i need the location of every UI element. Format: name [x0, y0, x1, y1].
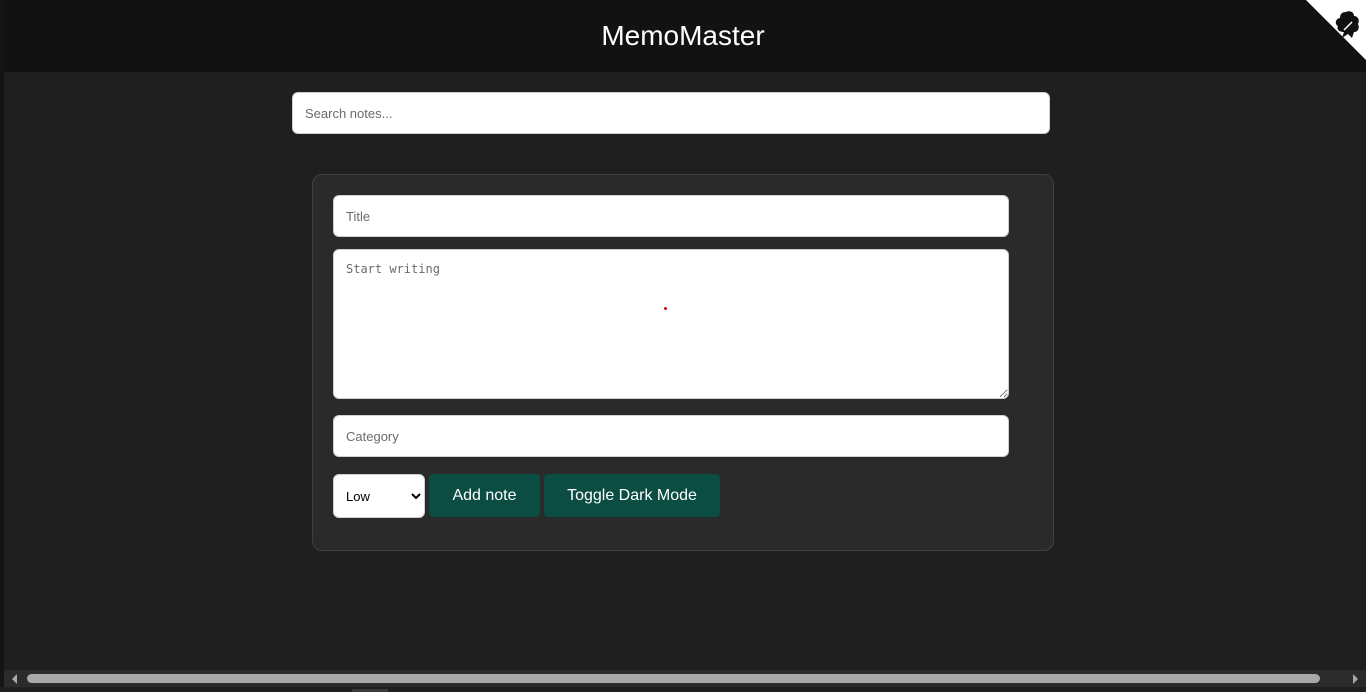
content-textarea[interactable] [333, 249, 1009, 399]
scroll-left-icon[interactable] [12, 674, 17, 684]
app-header: MemoMaster [4, 0, 1366, 72]
search-input[interactable] [292, 92, 1050, 134]
cursor-dot [664, 307, 667, 310]
left-edge [0, 0, 4, 692]
note-form-card: Low Add note Toggle Dark Mode [312, 174, 1054, 551]
add-note-button[interactable]: Add note [429, 474, 540, 517]
toggle-dark-mode-button[interactable]: Toggle Dark Mode [544, 474, 720, 517]
title-input[interactable] [333, 195, 1009, 237]
horizontal-scrollbar[interactable] [4, 670, 1366, 687]
category-input[interactable] [333, 415, 1009, 457]
fork-corner-icon[interactable] [1332, 8, 1362, 44]
priority-select[interactable]: Low [333, 474, 425, 518]
scrollbar-thumb[interactable] [27, 674, 1320, 683]
bottom-strip [0, 687, 1366, 692]
scroll-right-icon[interactable] [1353, 674, 1358, 684]
app-title: MemoMaster [601, 20, 765, 51]
